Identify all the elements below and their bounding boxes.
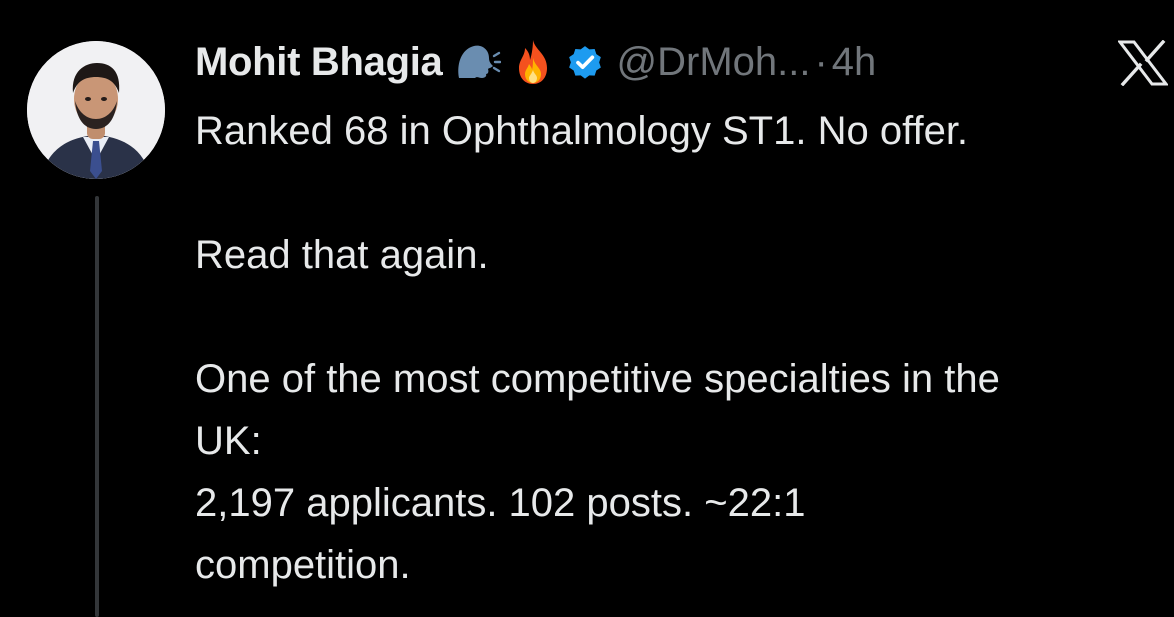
tweet-text-line: Read that again. <box>195 233 489 277</box>
speaking-head-emoji-icon <box>455 42 501 82</box>
fire-emoji-icon <box>513 38 553 86</box>
verified-badge-icon[interactable] <box>565 42 605 82</box>
x-logo-icon <box>1116 39 1170 87</box>
tweet-header: Mohit Bhagia @DrMoh... · 4h <box>195 34 876 90</box>
author-handle[interactable]: @DrMoh... <box>617 40 811 85</box>
tweet-body: Ranked 68 in Ophthalmology ST1. No offer… <box>195 100 1174 596</box>
author-display-name[interactable]: Mohit Bhagia <box>195 40 443 85</box>
thread-connector-line <box>95 196 99 617</box>
avatar[interactable] <box>27 41 165 179</box>
tweet-text-line: UK: <box>195 419 262 463</box>
tweet-timestamp[interactable]: 4h <box>832 40 877 85</box>
avatar-photo <box>27 41 165 179</box>
tweet[interactable]: Mohit Bhagia @DrMoh... · 4h Ranked 68 in… <box>0 0 1174 617</box>
header-separator: · <box>814 39 828 84</box>
tweet-text-line: Ranked 68 in Ophthalmology ST1. No offer… <box>195 109 969 153</box>
tweet-text-line: 2,197 applicants. 102 posts. ~22:1 <box>195 481 806 525</box>
tweet-text-line: competition. <box>195 543 411 587</box>
tweet-text-line: One of the most competitive specialties … <box>195 357 1000 401</box>
